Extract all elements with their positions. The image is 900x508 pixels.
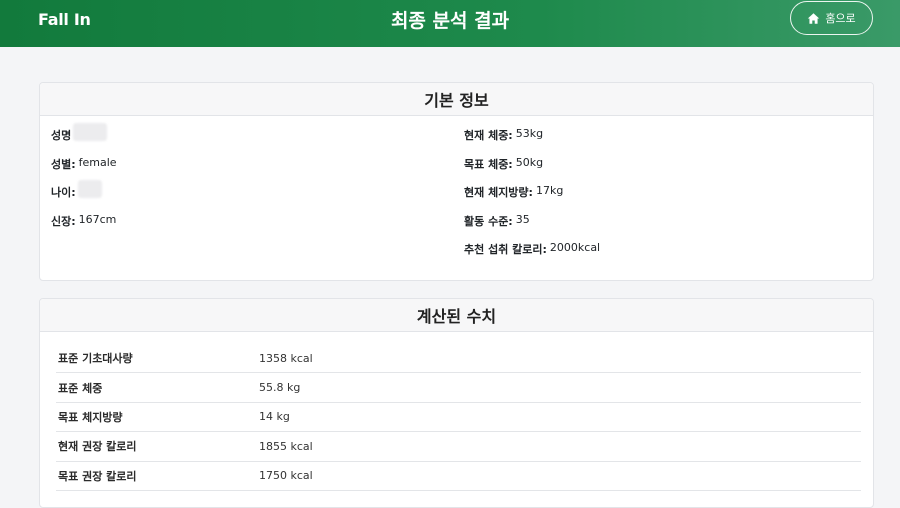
redacted-value [73, 123, 108, 141]
info-value: female [78, 155, 117, 169]
row-value: 55.8 kg [259, 381, 301, 395]
table-row: 목표 권장 칼로리 1750 kcal [56, 462, 861, 491]
row-label: 현재 권장 칼로리 [58, 440, 137, 454]
table-row: 표준 체중 55.8 kg [56, 373, 861, 403]
info-value: 53kg [515, 127, 544, 140]
calculated-values-title: 계산된 수치 [40, 299, 873, 332]
top-header: Fall In 최종 분석 결과 홈으로 [0, 0, 900, 47]
row-value: 14 kg [259, 410, 290, 424]
info-label: 추천 섭취 칼로리: [464, 243, 547, 257]
table-row: 목표 체지방량 14 kg [56, 403, 861, 433]
info-value: 17kg [535, 184, 564, 198]
info-label: 활동 수준: [464, 214, 513, 228]
basic-info-card: 기본 정보 성명 성별: female 나이: 신장: 167cm 현재 체중:… [39, 82, 874, 281]
table-row: 표준 기초대사량 1358 kcal [56, 344, 861, 374]
row-label: 표준 체중 [58, 381, 103, 395]
info-label: 성별: [51, 157, 76, 171]
basic-info-right-column: 현재 체중: 53kg 목표 체중: 50kg 현재 체지방량: 17kg 활동… [464, 127, 600, 270]
info-value: 2000kcal [549, 241, 601, 255]
row-label: 목표 권장 칼로리 [58, 469, 137, 483]
calculated-values-card: 계산된 수치 표준 기초대사량 1358 kcal 표준 체중 55.8 kg … [39, 298, 874, 508]
home-button[interactable]: 홈으로 [790, 1, 873, 35]
row-label: 표준 기초대사량 [58, 352, 133, 366]
basic-info-left-column: 성명 성별: female 나이: 신장: 167cm [51, 123, 117, 242]
info-label: 성명 [51, 129, 72, 142]
info-label: 나이: [51, 186, 76, 200]
info-row-height: 신장: 167cm [51, 213, 117, 242]
row-value: 1750 kcal [259, 469, 313, 483]
info-row-current-weight: 현재 체중: 53kg [464, 127, 600, 156]
row-value: 1855 kcal [259, 439, 313, 453]
info-row-body-fat: 현재 체지방량: 17kg [464, 184, 600, 213]
info-label: 현재 체중: [464, 129, 513, 142]
info-label: 목표 체중: [464, 157, 513, 171]
info-row-activity-level: 활동 수준: 35 [464, 213, 600, 242]
calculated-values-table: 표준 기초대사량 1358 kcal 표준 체중 55.8 kg 목표 체지방량… [56, 344, 861, 491]
table-row: 현재 권장 칼로리 1855 kcal [56, 432, 861, 462]
info-value: 167cm [78, 212, 117, 226]
info-row-name: 성명 [51, 123, 117, 156]
info-row-age: 나이: [51, 180, 117, 213]
row-value: 1358 kcal [259, 351, 313, 365]
info-label: 현재 체지방량: [464, 186, 533, 200]
home-icon [808, 12, 820, 24]
redacted-value [77, 180, 102, 199]
page-title: 최종 분석 결과 [390, 10, 510, 32]
info-row-target-weight: 목표 체중: 50kg [464, 156, 600, 185]
basic-info-title: 기본 정보 [40, 83, 873, 116]
info-row-recommended-calories: 추천 섭취 칼로리: 2000kcal [464, 241, 600, 270]
info-label: 신장: [51, 214, 76, 228]
home-button-label: 홈으로 [825, 12, 856, 25]
info-value: 50kg [515, 155, 544, 169]
row-label: 목표 체지방량 [58, 410, 123, 424]
info-value: 35 [515, 212, 530, 226]
